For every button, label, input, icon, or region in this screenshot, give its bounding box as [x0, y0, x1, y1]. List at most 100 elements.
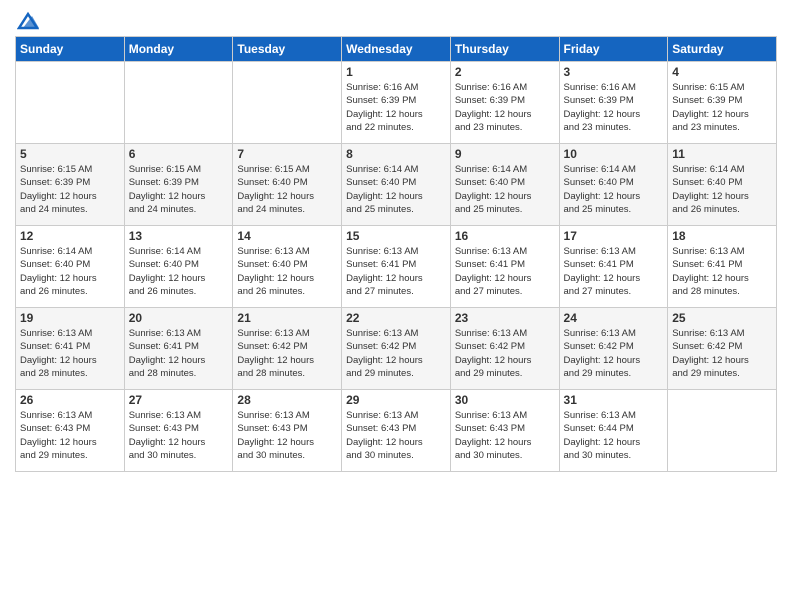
calendar-header-cell: Wednesday: [342, 37, 451, 62]
page: SundayMondayTuesdayWednesdayThursdayFrid…: [0, 0, 792, 612]
calendar-day-cell: 5Sunrise: 6:15 AM Sunset: 6:39 PM Daylig…: [16, 144, 125, 226]
calendar-header-cell: Saturday: [668, 37, 777, 62]
day-number: 13: [129, 229, 229, 243]
day-number: 9: [455, 147, 555, 161]
day-number: 2: [455, 65, 555, 79]
calendar-day-cell: 10Sunrise: 6:14 AM Sunset: 6:40 PM Dayli…: [559, 144, 668, 226]
calendar-day-cell: 23Sunrise: 6:13 AM Sunset: 6:42 PM Dayli…: [450, 308, 559, 390]
calendar-day-cell: [16, 62, 125, 144]
day-number: 29: [346, 393, 446, 407]
calendar-header-cell: Tuesday: [233, 37, 342, 62]
day-number: 4: [672, 65, 772, 79]
day-info: Sunrise: 6:14 AM Sunset: 6:40 PM Dayligh…: [346, 163, 446, 216]
calendar-day-cell: 22 Sunrise: 6:13 AM Sunset: 6:42 PM Dayli…: [342, 308, 451, 390]
day-info: Sunrise: 6:13 AM Sunset: 6:41 PM Dayligh…: [455, 245, 555, 298]
calendar-day-cell: 31Sunrise: 6:13 AM Sunset: 6:44 PM Dayli…: [559, 390, 668, 472]
day-info: Sunrise: 6:14 AM Sunset: 6:40 PM Dayligh…: [455, 163, 555, 216]
calendar-day-cell: [233, 62, 342, 144]
day-number: 24: [564, 311, 664, 325]
day-info: Sunrise: 6:15 AM Sunset: 6:40 PM Dayligh…: [237, 163, 337, 216]
calendar-day-cell: 28 Sunrise: 6:13 AM Sunset: 6:43 PM Dayli…: [233, 390, 342, 472]
calendar-table: SundayMondayTuesdayWednesdayThursdayFrid…: [15, 36, 777, 472]
day-number: 28: [237, 393, 337, 407]
calendar-day-cell: 16 Sunrise: 6:13 AM Sunset: 6:41 PM Dayli…: [450, 226, 559, 308]
calendar-day-cell: 17 Sunrise: 6:13 AM Sunset: 6:41 PM Dayli…: [559, 226, 668, 308]
calendar-day-cell: 9 Sunrise: 6:14 AM Sunset: 6:40 PM Daylig…: [450, 144, 559, 226]
calendar-day-cell: 15 Sunrise: 6:13 AM Sunset: 6:41 PM Dayli…: [342, 226, 451, 308]
day-info: Sunrise: 6:13 AM Sunset: 6:43 PM Dayligh…: [237, 409, 337, 462]
day-info: Sunrise: 6:13 AM Sunset: 6:42 PM Dayligh…: [237, 327, 337, 380]
day-number: 30: [455, 393, 555, 407]
day-number: 21: [237, 311, 337, 325]
calendar-day-cell: 13Sunrise: 6:14 AM Sunset: 6:40 PM Dayli…: [124, 226, 233, 308]
day-info: Sunrise: 6:13 AM Sunset: 6:44 PM Dayligh…: [564, 409, 664, 462]
calendar-day-cell: 7 Sunrise: 6:15 AM Sunset: 6:40 PM Daylig…: [233, 144, 342, 226]
day-info: Sunrise: 6:16 AM Sunset: 6:39 PM Dayligh…: [564, 81, 664, 134]
day-info: Sunrise: 6:13 AM Sunset: 6:41 PM Dayligh…: [346, 245, 446, 298]
calendar-day-cell: 27 Sunrise: 6:13 AM Sunset: 6:43 PM Dayli…: [124, 390, 233, 472]
day-info: Sunrise: 6:14 AM Sunset: 6:40 PM Dayligh…: [564, 163, 664, 216]
calendar-week-row: 5Sunrise: 6:15 AM Sunset: 6:39 PM Daylig…: [16, 144, 777, 226]
day-number: 15: [346, 229, 446, 243]
calendar-day-cell: 4 Sunrise: 6:15 AM Sunset: 6:39 PM Daylig…: [668, 62, 777, 144]
day-number: 19: [20, 311, 120, 325]
day-number: 23: [455, 311, 555, 325]
calendar-week-row: 1 Sunrise: 6:16 AM Sunset: 6:39 PM Daylig…: [16, 62, 777, 144]
day-info: Sunrise: 6:13 AM Sunset: 6:40 PM Dayligh…: [237, 245, 337, 298]
day-info: Sunrise: 6:16 AM Sunset: 6:39 PM Dayligh…: [455, 81, 555, 134]
day-number: 16: [455, 229, 555, 243]
logo: [15, 10, 39, 28]
calendar-body: 1 Sunrise: 6:16 AM Sunset: 6:39 PM Daylig…: [16, 62, 777, 472]
day-info: Sunrise: 6:13 AM Sunset: 6:43 PM Dayligh…: [20, 409, 120, 462]
calendar-day-cell: 29Sunrise: 6:13 AM Sunset: 6:43 PM Dayli…: [342, 390, 451, 472]
calendar-day-cell: 18Sunrise: 6:13 AM Sunset: 6:41 PM Dayli…: [668, 226, 777, 308]
calendar-week-row: 26Sunrise: 6:13 AM Sunset: 6:43 PM Dayli…: [16, 390, 777, 472]
calendar-day-cell: 20Sunrise: 6:13 AM Sunset: 6:41 PM Dayli…: [124, 308, 233, 390]
day-number: 11: [672, 147, 772, 161]
calendar-week-row: 12 Sunrise: 6:14 AM Sunset: 6:40 PM Dayli…: [16, 226, 777, 308]
calendar-day-cell: [668, 390, 777, 472]
calendar-day-cell: 8 Sunrise: 6:14 AM Sunset: 6:40 PM Daylig…: [342, 144, 451, 226]
day-info: Sunrise: 6:13 AM Sunset: 6:41 PM Dayligh…: [20, 327, 120, 380]
day-number: 27: [129, 393, 229, 407]
day-info: Sunrise: 6:13 AM Sunset: 6:42 PM Dayligh…: [346, 327, 446, 380]
day-info: Sunrise: 6:14 AM Sunset: 6:40 PM Dayligh…: [672, 163, 772, 216]
day-info: Sunrise: 6:13 AM Sunset: 6:43 PM Dayligh…: [455, 409, 555, 462]
calendar-day-cell: 25 Sunrise: 6:13 AM Sunset: 6:42 PM Dayli…: [668, 308, 777, 390]
calendar-day-cell: 12 Sunrise: 6:14 AM Sunset: 6:40 PM Dayli…: [16, 226, 125, 308]
calendar-day-cell: [124, 62, 233, 144]
day-number: 17: [564, 229, 664, 243]
day-number: 22: [346, 311, 446, 325]
calendar-day-cell: 2 Sunrise: 6:16 AM Sunset: 6:39 PM Daylig…: [450, 62, 559, 144]
calendar-day-cell: 24 Sunrise: 6:13 AM Sunset: 6:42 PM Dayli…: [559, 308, 668, 390]
calendar-day-cell: 3 Sunrise: 6:16 AM Sunset: 6:39 PM Daylig…: [559, 62, 668, 144]
day-info: Sunrise: 6:13 AM Sunset: 6:41 PM Dayligh…: [129, 327, 229, 380]
calendar-day-cell: 30 Sunrise: 6:13 AM Sunset: 6:43 PM Dayli…: [450, 390, 559, 472]
calendar-day-cell: 1Sunrise: 6:16 AM Sunset: 6:39 PM Daylig…: [342, 62, 451, 144]
day-info: Sunrise: 6:14 AM Sunset: 6:40 PM Dayligh…: [20, 245, 120, 298]
calendar-day-cell: 11 Sunrise: 6:14 AM Sunset: 6:40 PM Dayli…: [668, 144, 777, 226]
day-info: Sunrise: 6:13 AM Sunset: 6:41 PM Dayligh…: [672, 245, 772, 298]
day-info: Sunrise: 6:13 AM Sunset: 6:43 PM Dayligh…: [129, 409, 229, 462]
day-number: 12: [20, 229, 120, 243]
calendar-day-cell: 14 Sunrise: 6:13 AM Sunset: 6:40 PM Dayli…: [233, 226, 342, 308]
day-number: 7: [237, 147, 337, 161]
day-info: Sunrise: 6:13 AM Sunset: 6:41 PM Dayligh…: [564, 245, 664, 298]
day-number: 1: [346, 65, 446, 79]
day-info: Sunrise: 6:13 AM Sunset: 6:42 PM Dayligh…: [564, 327, 664, 380]
day-info: Sunrise: 6:13 AM Sunset: 6:42 PM Dayligh…: [672, 327, 772, 380]
calendar-header-cell: Sunday: [16, 37, 125, 62]
day-number: 3: [564, 65, 664, 79]
day-info: Sunrise: 6:15 AM Sunset: 6:39 PM Dayligh…: [672, 81, 772, 134]
day-number: 5: [20, 147, 120, 161]
logo-icon: [17, 10, 39, 32]
calendar-header-cell: Monday: [124, 37, 233, 62]
calendar-day-cell: 26Sunrise: 6:13 AM Sunset: 6:43 PM Dayli…: [16, 390, 125, 472]
calendar-header-row: SundayMondayTuesdayWednesdayThursdayFrid…: [16, 37, 777, 62]
day-number: 25: [672, 311, 772, 325]
day-number: 8: [346, 147, 446, 161]
day-number: 6: [129, 147, 229, 161]
day-number: 14: [237, 229, 337, 243]
header: [15, 10, 777, 28]
calendar-week-row: 19 Sunrise: 6:13 AM Sunset: 6:41 PM Dayli…: [16, 308, 777, 390]
